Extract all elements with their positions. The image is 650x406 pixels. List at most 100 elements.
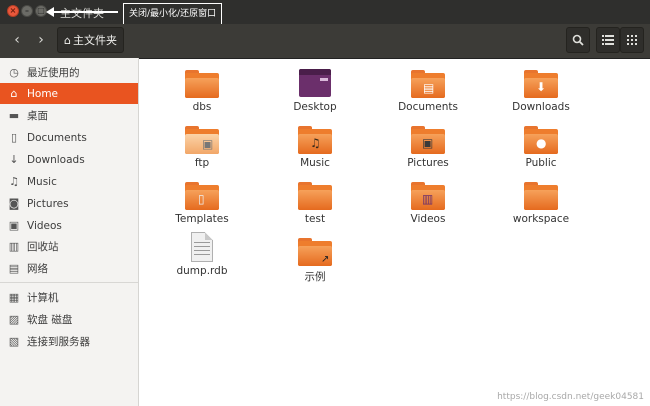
desktop-icon: ▬ [8,109,20,122]
sidebar-item-downloads[interactable]: ↓ Downloads [0,149,138,170]
file-item-desktop[interactable]: Desktop [265,68,365,113]
sidebar-item-label: 计算机 [27,292,59,304]
public-folder-icon: ● [524,124,558,154]
chevron-right-icon: › [38,32,44,48]
annotation-arrow-head-icon [46,7,54,17]
home-icon: ⌂ [64,33,71,47]
annotation-arrow-line [52,11,118,13]
close-window-button[interactable]: × [7,5,19,17]
file-grid: dbs Desktop ▤ Documents ⬇ Downloads ▣ ft… [139,58,650,406]
pictures-folder-icon: ▣ [411,124,445,154]
documents-folder-icon: ▤ [411,68,445,98]
music-icon: ♫ [9,175,19,188]
server-icon: ▧ [8,335,20,348]
toolbar: ‹ › ⌂ 主文件夹 [0,24,650,59]
sidebar-item-desktop[interactable]: ▬ 桌面 [0,105,138,126]
file-item-dump-rdb[interactable]: dump.rdb [152,232,252,277]
sidebar-item-music[interactable]: ♫ Music [0,171,138,192]
sidebar-item-home[interactable]: ⌂ Home [0,83,138,104]
file-label: dump.rdb [176,265,228,277]
folder-icon [524,180,558,210]
minimize-window-button[interactable]: – [21,5,33,17]
watermark-text: https://blog.csdn.net/geek04581 [497,392,644,402]
sidebar-item-label: 连接到服务器 [27,336,90,348]
file-item-test[interactable]: test [265,180,365,225]
file-item-dbs[interactable]: dbs [152,68,252,113]
computer-icon: ▦ [8,291,20,304]
sidebar-item-floppy-disk[interactable]: ▨ 软盘 磁盘 [0,309,138,330]
download-icon: ↓ [9,153,19,166]
sidebar-item-trash[interactable]: ▥ 回收站 [0,236,138,257]
file-label: ftp [194,157,210,169]
sidebar-item-label: 桌面 [27,110,48,122]
desktop-folder-icon [298,68,332,98]
search-button[interactable] [566,27,590,53]
forward-button[interactable]: › [29,28,53,52]
file-item-workspace[interactable]: workspace [491,180,591,225]
file-item-public[interactable]: ● Public [491,124,591,169]
sidebar-item-label: 回收站 [27,241,59,253]
back-button[interactable]: ‹ [5,28,29,52]
title-bar: × – □ 主文件夹 关闭/最小化/还原窗口 [0,0,650,25]
file-label: Pictures [407,157,449,169]
path-bar-home-button[interactable]: ⌂ 主文件夹 [57,27,124,53]
list-view-button[interactable] [596,27,620,53]
templates-folder-icon: ▯ [185,180,219,210]
file-item-documents[interactable]: ▤ Documents [378,68,478,113]
file-item-videos[interactable]: ▥ Videos [378,180,478,225]
sidebar-item-label: Music [27,175,57,188]
grid-icon [627,35,637,45]
sidebar-item-documents[interactable]: ▯ Documents [0,127,138,148]
grid-view-button[interactable] [620,27,644,53]
file-label: Downloads [512,101,570,113]
home-icon: ⌂ [10,87,18,100]
clock-icon: ◷ [9,66,19,79]
sidebar: ◷ 最近使用的 ⌂ Home ▬ 桌面 ▯ Documents ↓ Downloads ♫… [0,58,139,406]
file-label: Desktop [293,101,337,113]
sidebar-item-label: Videos [27,219,62,232]
search-icon [572,34,584,46]
sidebar-item-connect-server[interactable]: ▧ 连接到服务器 [0,331,138,352]
file-label: Documents [398,101,458,113]
sidebar-item-label: Pictures [27,197,69,210]
sidebar-item-computer[interactable]: ▦ 计算机 [0,287,138,308]
file-item-ftp[interactable]: ▣ ftp [152,124,252,169]
sidebar-divider [0,282,138,283]
file-label: Templates [175,213,229,225]
downloads-folder-icon: ⬇ [524,68,558,98]
document-file-icon [185,232,219,262]
sidebar-item-recent[interactable]: ◷ 最近使用的 [0,62,138,83]
music-folder-icon: ♫ [298,124,332,154]
file-item-pictures[interactable]: ▣ Pictures [378,124,478,169]
video-icon: ▣ [8,219,20,232]
chevron-left-icon: ‹ [14,32,20,48]
document-icon: ▯ [10,131,18,144]
sidebar-item-label: 最近使用的 [27,67,80,79]
folder-icon [185,68,219,98]
window-title: 主文件夹 [60,7,104,20]
file-label: 示例 [304,271,326,283]
annotation-label: 关闭/最小化/还原窗口 [123,3,223,25]
file-item-music[interactable]: ♫ Music [265,124,365,169]
camera-icon: ◙ [8,197,20,210]
file-label: Videos [410,213,446,225]
file-label: dbs [192,101,212,113]
folder-icon [298,180,332,210]
file-label: workspace [512,213,570,225]
sidebar-item-videos[interactable]: ▣ Videos [0,215,138,236]
sidebar-item-network[interactable]: ▤ 网络 [0,258,138,279]
minimize-icon: – [25,6,29,15]
disk-icon: ▨ [8,313,20,326]
path-bar-label: 主文件夹 [72,34,117,47]
list-icon [602,35,614,45]
file-label: Public [525,157,557,169]
trash-icon: ▥ [8,240,20,253]
network-icon: ▤ [8,262,20,275]
close-icon: × [9,6,17,15]
sidebar-item-pictures[interactable]: ◙ Pictures [0,193,138,214]
shared-folder-icon: ▣ [185,124,219,154]
file-item-templates[interactable]: ▯ Templates [152,180,252,225]
restore-icon: □ [37,6,45,15]
file-item-examples[interactable]: ↗ 示例 [265,236,365,284]
file-item-downloads[interactable]: ⬇ Downloads [491,68,591,113]
